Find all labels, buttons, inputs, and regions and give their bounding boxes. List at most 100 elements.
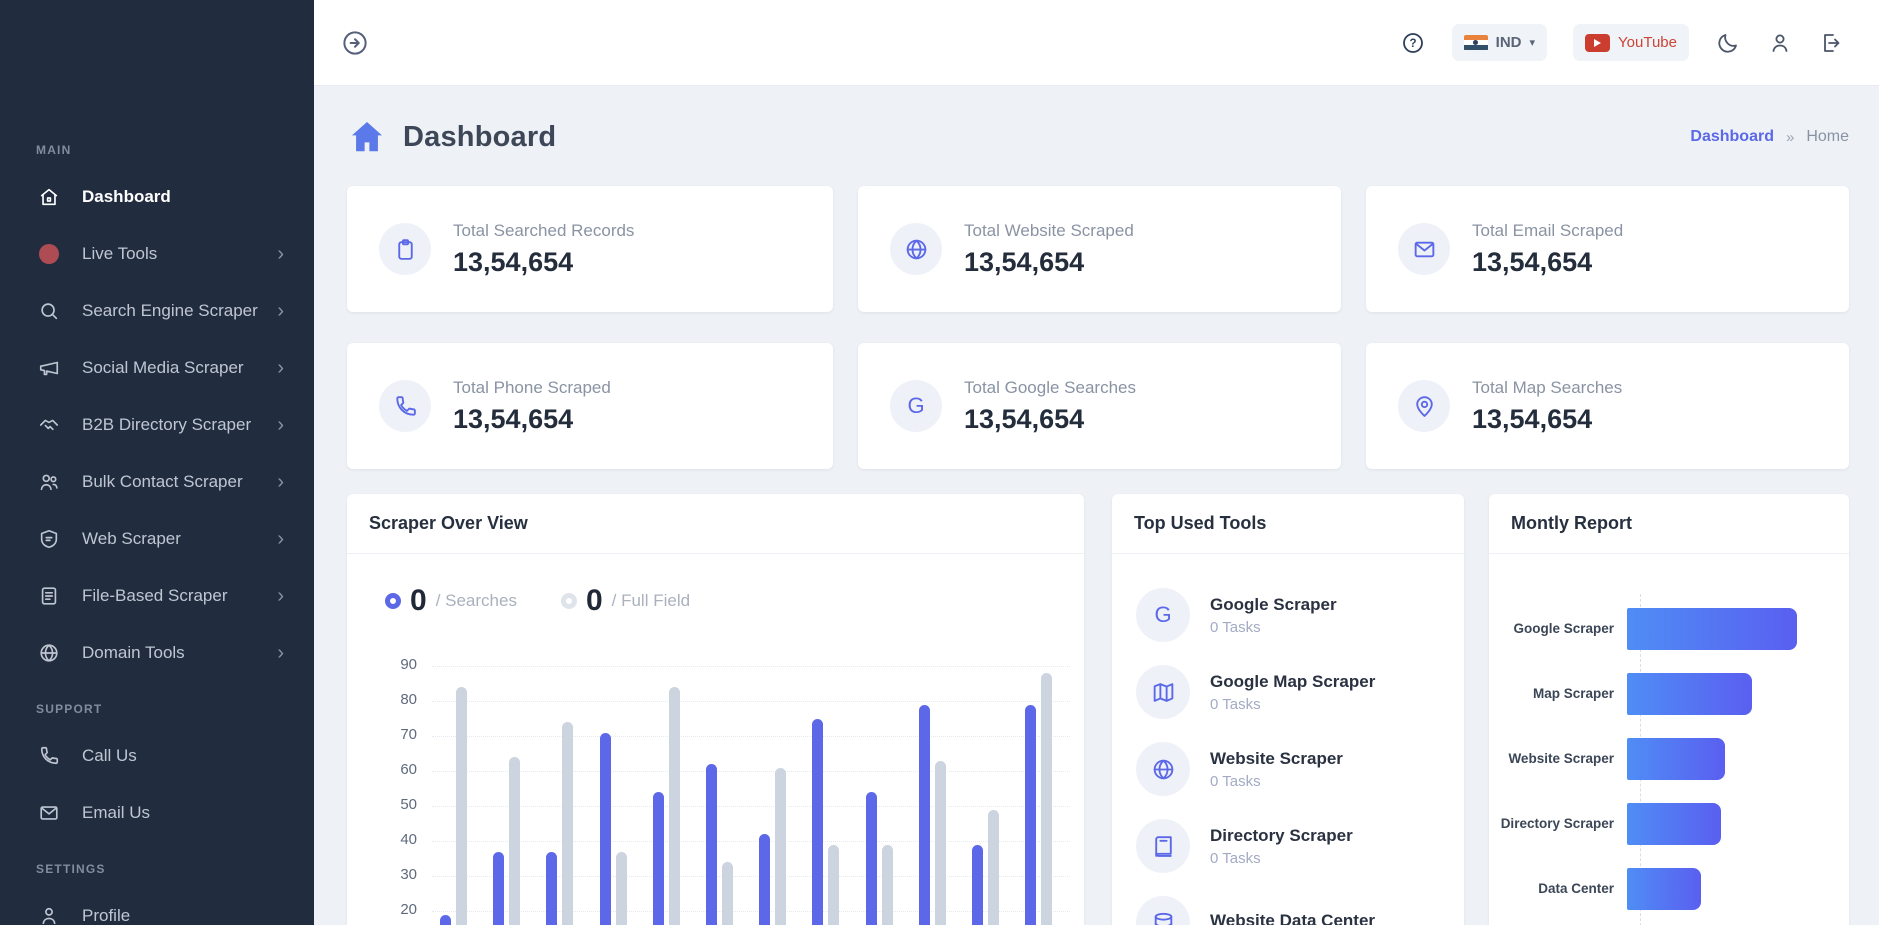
svg-text:?: ? (1409, 38, 1416, 50)
chevron-down-icon: ▾ (1530, 36, 1536, 49)
monthly-row-data-center: Data Center (1489, 856, 1849, 921)
sidebar-item-domain-tools[interactable]: Domain Tools› (0, 624, 314, 681)
tool-item-google-scraper[interactable]: GGoogle Scraper0 Tasks (1136, 584, 1442, 646)
shield-code-icon (36, 526, 62, 552)
tool-item-website-data-center[interactable]: Website Data Center (1136, 892, 1442, 925)
sidebar-item-bulk-contact-scraper[interactable]: Bulk Contact Scraper› (0, 453, 314, 510)
sidebar-item-email-us[interactable]: Email Us (0, 784, 314, 841)
stat-card-total-map-searches: Total Map Searches13,54,654 (1366, 343, 1849, 469)
searches-bar (919, 705, 930, 925)
sidebar-item-call-us[interactable]: Call Us (0, 727, 314, 784)
y-axis-tick: 80 (400, 691, 417, 708)
help-icon[interactable]: ? (1400, 30, 1426, 56)
sidebar-nav: MAINDashboardLive Tools›Search Engine Sc… (0, 140, 314, 925)
sidebar-logo-area (0, 0, 314, 140)
logout-icon[interactable] (1819, 30, 1845, 56)
y-axis-tick: 60 (400, 761, 417, 778)
legend-label: / Searches (436, 591, 517, 611)
chevron-right-icon: › (277, 415, 284, 435)
sidebar-item-dashboard[interactable]: Dashboard (0, 168, 314, 225)
full-field-bar (562, 722, 573, 925)
sidebar-item-b2b-directory-scraper[interactable]: B2B Directory Scraper› (0, 396, 314, 453)
chart-plot-area (432, 666, 1070, 925)
live-dot-icon (36, 241, 62, 267)
tool-item-google-map-scraper[interactable]: Google Map Scraper 0 Tasks (1136, 661, 1442, 723)
chevron-right-icon: › (277, 301, 284, 321)
sidebar-item-live-tools[interactable]: Live Tools› (0, 225, 314, 282)
envelope-icon (36, 800, 62, 826)
youtube-button[interactable]: YouTube (1573, 24, 1689, 61)
stat-card-total-email-scraped: Total Email Scraped13,54,654 (1366, 186, 1849, 312)
breadcrumb-link[interactable]: Dashboard (1690, 128, 1774, 146)
sidebar-item-label: Live Tools (82, 244, 277, 264)
searches-bar (866, 792, 877, 925)
sidebar-item-social-media-scraper[interactable]: Social Media Scraper› (0, 339, 314, 396)
breadcrumb-current: Home (1806, 128, 1849, 146)
monthly-bar-label: Data Center (1489, 881, 1627, 896)
user-account-icon[interactable] (1767, 30, 1793, 56)
searches-bar (812, 719, 823, 925)
users-icon (36, 469, 62, 495)
chevron-right-icon: › (277, 529, 284, 549)
monthly-row-map-scraper: Map Scraper (1489, 661, 1849, 726)
tool-task-count: 0 Tasks (1210, 619, 1337, 636)
gridline (432, 841, 1070, 842)
tool-task-count: 0 Tasks (1210, 696, 1375, 713)
bottom-row: Scraper Over View 0/ Searches0/ Full Fie… (347, 494, 1849, 925)
chart-legend: 0/ Searches0/ Full Field (347, 554, 1084, 620)
full-field-bar (828, 845, 839, 925)
sidebar-item-web-scraper[interactable]: Web Scraper› (0, 510, 314, 567)
stat-value: 13,54,654 (453, 404, 611, 435)
stat-value: 13,54,654 (1472, 247, 1623, 278)
sidebar-item-label: Dashboard (82, 187, 284, 207)
tool-item-directory-scraper[interactable]: Directory Scraper0 Tasks (1136, 815, 1442, 877)
tool-item-website-scraper[interactable]: Website Scraper0 Tasks (1136, 738, 1442, 800)
legend-dot-icon (385, 593, 401, 609)
tool-name: Google Map Scraper (1210, 672, 1375, 692)
full-field-bar (882, 845, 893, 925)
legend-label: / Full Field (612, 591, 690, 611)
page-title: Dashboard (403, 121, 556, 154)
search-icon (36, 298, 62, 324)
sidebar-item-label: Call Us (82, 746, 284, 766)
sidebar-item-profile[interactable]: Profile (0, 887, 314, 925)
sidebar-toggle-button[interactable] (340, 28, 370, 58)
top-used-tools-title: Top Used Tools (1112, 494, 1464, 554)
topbar: ? IND ▾ YouTube (314, 0, 1879, 86)
scraper-overview-card: Scraper Over View 0/ Searches0/ Full Fie… (347, 494, 1084, 925)
full-field-bar (1041, 673, 1052, 925)
chevron-right-icon: › (277, 586, 284, 606)
dark-mode-toggle[interactable] (1715, 30, 1741, 56)
scraper-overview-title: Scraper Over View (347, 494, 1084, 554)
y-axis-tick: 90 (400, 656, 417, 673)
globe-icon (1136, 742, 1190, 796)
monthly-bar-label: Directory Scraper (1489, 816, 1627, 831)
searches-bar (653, 792, 664, 925)
megaphone-icon (36, 355, 62, 381)
y-axis-tick: 70 (400, 726, 417, 743)
y-axis-tick: 20 (400, 901, 417, 918)
sidebar-item-file-based-scraper[interactable]: File-Based Scraper› (0, 567, 314, 624)
youtube-play-icon (1585, 34, 1610, 52)
searches-bar (600, 733, 611, 925)
gridline (432, 736, 1070, 737)
monthly-report-chart: Google ScraperMap ScraperWebsite Scraper… (1489, 554, 1849, 921)
language-selector[interactable]: IND ▾ (1452, 24, 1547, 61)
searches-bar (759, 834, 770, 925)
clipboard-icon (379, 223, 431, 275)
page-title-row: Dashboard Dashboard » Home (347, 108, 1849, 166)
sidebar-item-search-engine-scraper[interactable]: Search Engine Scraper› (0, 282, 314, 339)
full-field-bar (616, 852, 627, 925)
monthly-bar-label: Website Scraper (1489, 751, 1627, 766)
chevron-right-icon: › (277, 472, 284, 492)
searches-bar (972, 845, 983, 925)
g-letter-icon: G (890, 380, 942, 432)
full-field-bar (509, 757, 520, 925)
sidebar-section-label: MAIN (0, 140, 314, 160)
tool-name: Website Data Center (1210, 911, 1375, 925)
y-axis-tick: 40 (400, 831, 417, 848)
searches-bar (1025, 705, 1036, 925)
stat-label: Total Phone Scraped (453, 378, 611, 398)
searches-bar (706, 764, 717, 925)
country-code-label: IND (1496, 34, 1522, 51)
